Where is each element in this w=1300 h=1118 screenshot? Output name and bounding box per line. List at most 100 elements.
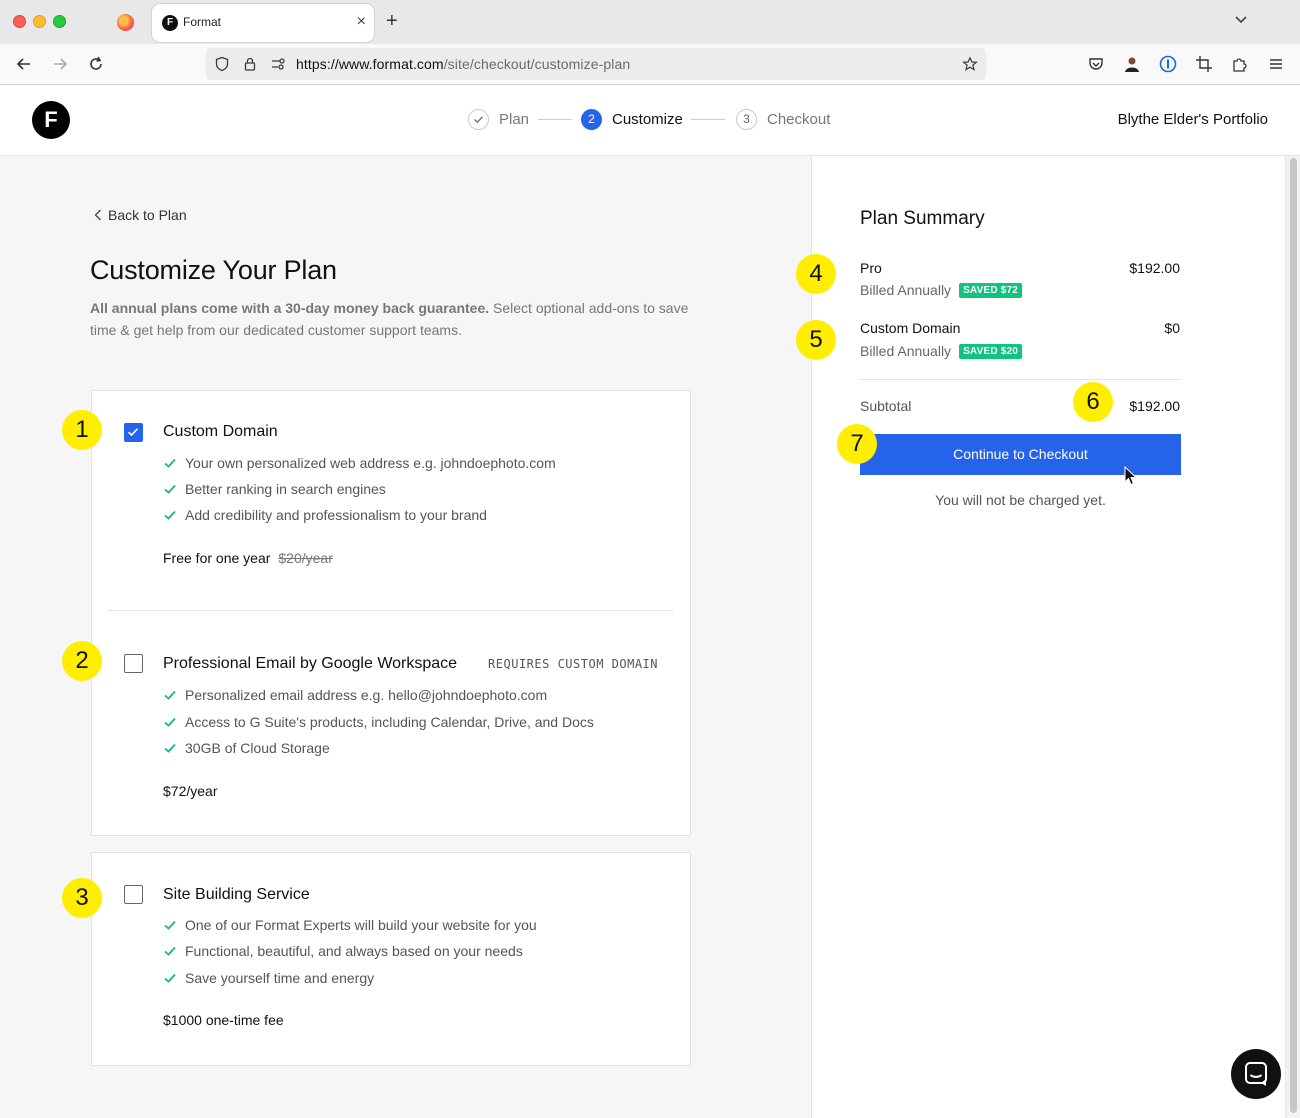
feature-item: Personalized email address e.g. hello@jo…	[163, 687, 547, 703]
annotation-badge: 4	[796, 254, 836, 294]
back-to-plan-link[interactable]: Back to Plan	[94, 207, 187, 223]
crop-screenshot-icon[interactable]	[1195, 55, 1213, 73]
step-number: 2	[581, 108, 602, 130]
summary-item-price: $192.00	[1129, 260, 1180, 276]
annotation-badge: 3	[62, 878, 102, 918]
url-host: https://www.format.com	[296, 56, 444, 72]
close-tab-icon[interactable]: ×	[357, 12, 366, 32]
feature-text: Personalized email address e.g. hello@jo…	[185, 687, 548, 703]
lock-icon[interactable]	[242, 56, 258, 72]
feature-item: Your own personalized web address e.g. j…	[163, 455, 556, 471]
check-icon	[164, 946, 176, 956]
step-done-check-icon	[468, 108, 489, 130]
feature-item: Better ranking in search engines	[163, 481, 386, 497]
check-icon	[164, 690, 176, 700]
feature-text: 30GB of Cloud Storage	[185, 740, 330, 756]
billing-text: Billed Annually	[860, 282, 952, 298]
feature-item: Access to G Suite's products, including …	[163, 714, 594, 730]
summary-item-billing: Billed Annually SAVED $72	[860, 282, 1023, 298]
reload-icon[interactable]	[86, 54, 106, 74]
step-plan[interactable]: Plan	[468, 107, 529, 131]
format-logo[interactable]: F	[32, 101, 70, 139]
minimize-window-button[interactable]	[33, 15, 46, 28]
page-title: Customize Your Plan	[90, 255, 337, 285]
profile-avatar-icon[interactable]	[1123, 55, 1141, 73]
checkmark-icon	[127, 428, 139, 437]
feature-item: Add credibility and professionalism to y…	[163, 507, 487, 523]
summary-item-billing: Billed Annually SAVED $20	[860, 343, 1023, 359]
check-icon	[164, 717, 176, 727]
url-text: https://www.format.com/site/checkout/cus…	[296, 56, 630, 72]
shield-icon[interactable]	[214, 56, 230, 72]
annotation-badge: 5	[796, 320, 836, 360]
subtotal-value: $192.00	[1129, 398, 1180, 414]
addon-title: Professional Email by Google Workspace	[163, 655, 458, 672]
check-icon	[164, 743, 176, 753]
check-icon	[164, 510, 176, 520]
step-label: Plan	[499, 110, 530, 128]
back-link-label: Back to Plan	[108, 207, 187, 223]
card-divider	[108, 610, 674, 611]
firefox-icon[interactable]	[117, 14, 134, 31]
zoom-window-button[interactable]	[53, 15, 66, 28]
summary-item-name: Custom Domain	[860, 320, 961, 336]
addons-card-group: Custom Domain Your own personalized web …	[91, 390, 691, 836]
page-subtitle: All annual plans come with a 30-day mone…	[90, 297, 690, 341]
url-path: /site/checkout/customize-plan	[443, 56, 631, 72]
password-manager-icon[interactable]	[1159, 55, 1177, 73]
check-icon	[164, 458, 176, 468]
summary-item-price: $0	[1164, 320, 1180, 336]
step-number: 3	[736, 108, 757, 130]
page-scrollbar[interactable]	[1285, 156, 1300, 1118]
step-checkout[interactable]: 3 Checkout	[736, 107, 830, 131]
addon-card-site-building: Site Building Service One of our Format …	[91, 852, 691, 1066]
site-building-checkbox[interactable]	[124, 885, 143, 904]
bookmark-star-icon[interactable]	[962, 56, 978, 72]
feature-text: One of our Format Experts will build you…	[185, 917, 537, 933]
subtitle-bold: All annual plans come with a 30-day mone…	[90, 300, 490, 316]
hamburger-menu-icon[interactable]	[1267, 55, 1285, 73]
addon-price: $1000 one-time fee	[163, 1012, 284, 1028]
professional-email-checkbox[interactable]	[124, 654, 143, 673]
new-tab-button[interactable]: +	[386, 10, 398, 32]
step-customize[interactable]: 2 Customize	[581, 107, 683, 131]
scrollbar-thumb[interactable]	[1290, 158, 1297, 1113]
addon-price: Free for one year $20/year	[163, 550, 333, 566]
chat-support-button[interactable]	[1231, 1049, 1281, 1099]
summary-title: Plan Summary	[860, 208, 985, 229]
pocket-icon[interactable]	[1087, 55, 1105, 73]
browser-toolbar: https://www.format.com/site/checkout/cus…	[0, 44, 1300, 85]
charge-note: You will not be charged yet.	[935, 492, 1106, 508]
annotation-badge: 1	[62, 410, 102, 450]
addon-price: $72/year	[163, 783, 218, 799]
custom-domain-checkbox[interactable]	[124, 423, 143, 442]
price-text: Free for one year	[163, 550, 271, 566]
feature-item: 30GB of Cloud Storage	[163, 740, 330, 756]
summary-item-name: Pro	[860, 260, 882, 276]
saved-badge: SAVED $72	[959, 282, 1023, 298]
tab-title: Format	[183, 15, 222, 29]
portfolio-name[interactable]: Blythe Elder's Portfolio	[1118, 111, 1268, 128]
format-favicon-icon: F	[162, 15, 178, 31]
feature-text: Access to G Suite's products, including …	[185, 714, 594, 730]
chat-bubble-icon	[1245, 1062, 1267, 1086]
browser-tab[interactable]: F Format ×	[152, 4, 374, 42]
feature-item: Save yourself time and energy	[163, 970, 374, 986]
extensions-puzzle-icon[interactable]	[1231, 55, 1249, 73]
url-bar[interactable]: https://www.format.com/site/checkout/cus…	[206, 48, 986, 80]
chevron-down-icon[interactable]	[1234, 12, 1248, 26]
feature-item: One of our Format Experts will build you…	[163, 917, 537, 933]
feature-item: Functional, beautiful, and always based …	[163, 943, 523, 959]
mouse-cursor-icon	[1124, 466, 1138, 486]
billing-text: Billed Annually	[860, 343, 952, 359]
requires-domain-tag: REQUIRES CUSTOM DOMAIN	[488, 657, 658, 671]
saved-badge: SAVED $20	[959, 343, 1023, 359]
close-window-button[interactable]	[13, 15, 26, 28]
back-arrow-icon[interactable]	[14, 54, 34, 74]
forward-arrow-icon[interactable]	[50, 54, 70, 74]
check-icon	[164, 973, 176, 983]
addon-title: Custom Domain	[163, 423, 278, 440]
browser-tab-bar: F Format × +	[0, 0, 1300, 44]
permissions-icon[interactable]	[270, 56, 286, 72]
feature-text: Save yourself time and energy	[185, 970, 375, 986]
